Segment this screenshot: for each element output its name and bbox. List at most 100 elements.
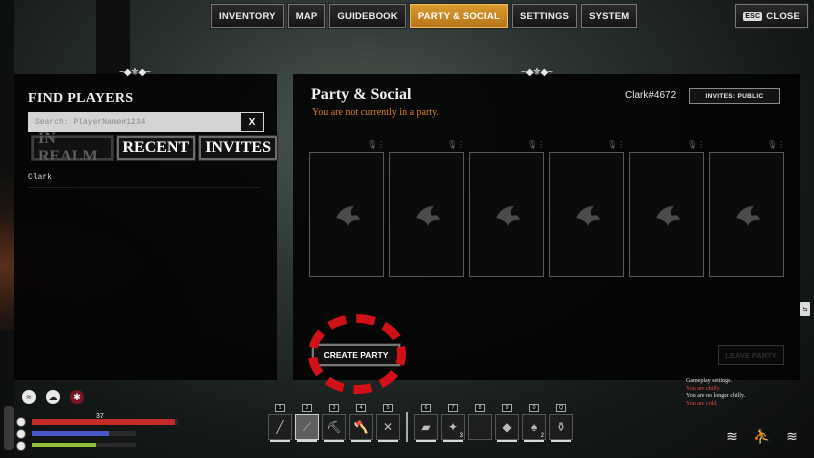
raven-icon [655,205,680,226]
party-status-text: You are not currently in a party. [312,107,439,118]
axe-icon: 🪓 [353,420,369,434]
party-member-slot [389,152,464,277]
hotbar-key-label: 2 [302,404,312,412]
invites-setting-button[interactable]: INVITES: PUBLIC [689,88,780,104]
health-bar [32,419,178,425]
durability-bar [297,440,317,442]
hotbar-slot[interactable]: 5 ✕ [376,404,400,442]
durability-bar [416,440,436,442]
running-figure-icon: ⛹ [753,427,771,444]
slot-voice-controls[interactable]: 🎙⋮ [527,140,545,149]
slot-voice-controls[interactable]: 🎙⋮ [687,140,705,149]
hotbar-key-label: 9 [502,404,512,412]
durability-bar [524,440,544,442]
hotbar-key-label: Q [556,404,566,412]
hotbar-slot[interactable]: 1 ╱ [268,404,292,442]
log-line: You are chilly. [686,385,721,392]
hotbar-slot[interactable]: 0 ♠ 2 [522,404,546,442]
player-search: X [28,112,264,132]
raven-icon [575,205,600,226]
raven-icon [735,205,760,226]
slot-voice-controls[interactable]: 🎙⋮ [767,140,785,149]
cloud-icon: ☁ [46,390,60,404]
tab-map[interactable]: MAP [286,3,327,29]
hotbar-key-label: 7 [448,404,458,412]
hotbar-slot[interactable]: Q ⚱ [549,404,573,442]
hotbar: 1 ╱ 2 ⟋ 3 ⛏ 4 🪓 5 ✕ 6 ▰ 7 ✦ 3 8 9 ◆ 0 ♠ 2 Q ⚱ [268,404,576,442]
hotbar-key-label: 6 [421,404,431,412]
durability-bar [551,440,571,442]
food-bar [32,443,136,447]
raven-icon [495,205,520,226]
torch-icon: ✦ [447,420,459,434]
durability-bar [351,440,371,442]
side-expand-tab[interactable]: ⇆ [800,302,810,316]
hotbar-slot[interactable]: 7 ✦ 3 [441,404,465,442]
highlight-circle [308,314,406,394]
wind-gust-icon: ≋ [786,427,798,444]
sword-icon: ⟋ [302,419,312,434]
find-players-title: FIND PLAYERS [28,91,134,106]
tab-guidebook[interactable]: GUIDEBOOK [328,3,407,29]
filter-invites[interactable]: INVITES [198,135,278,161]
food-icon [16,441,26,451]
hotbar-key-label: 8 [475,404,485,412]
item-count: 3 [459,433,463,439]
close-label: CLOSE [766,10,800,22]
hotbar-key-label: 0 [529,404,539,412]
food-bar-fill [32,443,97,447]
durability-bar [378,440,398,442]
slot-voice-controls[interactable]: 🎙⋮ [607,140,625,149]
flask-icon: ⚱ [555,420,567,434]
raven-icon [335,205,360,226]
hotbar-slot[interactable]: 2 ⟋ [295,404,319,442]
durability-bar [497,440,517,442]
tab-party-social[interactable]: PARTY & SOCIAL [408,3,509,29]
tab-system[interactable]: SYSTEM [580,3,639,29]
status-effects: ≈ ☁ ✱ [22,390,84,404]
find-players-panel: ~◆⚜◆~ FIND PLAYERS X IN REALM RECENT INV… [14,67,278,380]
player-list-item[interactable]: Clark [28,173,260,188]
tab-settings[interactable]: SETTINGS [510,3,579,29]
hotbar-key-label: 1 [275,404,285,412]
log-line: You are no longer chilly. [686,393,746,399]
party-member-slot [629,152,704,277]
leave-party-button: LEAVE PARTY [718,345,784,365]
stamina-bar-fill [32,431,109,436]
filter-recent[interactable]: RECENT [115,135,197,161]
message-log: Gameplay settings. You are chilly. You a… [686,378,745,408]
party-member-slot [709,152,784,277]
hotbar-slot[interactable]: 6 ▰ [414,404,438,442]
panel-ornament: ~◆⚜◆~ [521,67,553,78]
wind-icon: ≈ [22,390,36,404]
close-button[interactable]: ESC CLOSE [734,3,809,29]
hotbar-key-label: 5 [383,404,393,412]
hotbar-key-label: 4 [356,404,366,412]
hotbar-key-label: 3 [329,404,339,412]
clear-search-button[interactable]: X [241,113,263,131]
hotbar-slot[interactable]: 9 ◆ [495,404,519,442]
wood-log-icon: ▰ [421,420,431,434]
meat-icon: ◆ [502,420,512,434]
slot-voice-controls[interactable]: 🎙⋮ [447,140,465,149]
mushroom-icon: ♠ [530,420,538,434]
party-member-slot [469,152,544,277]
search-input[interactable] [28,112,236,132]
cold-snowflake-icon: ✱ [70,390,84,404]
health-value: 37 [96,413,104,420]
tab-inventory[interactable]: INVENTORY [210,3,285,29]
panel-ornament: ~◆⚜◆~ [119,67,151,78]
hotbar-slot[interactable]: 3 ⛏ [322,404,346,442]
log-line: Gameplay settings. [686,378,732,384]
stamina-bar [32,431,136,436]
durability-bar [443,440,463,442]
filter-in-realm[interactable]: IN REALM [31,130,114,165]
slot-voice-controls[interactable]: 🎙⋮ [367,140,385,149]
stamina-icon [16,429,26,439]
hotbar-slot[interactable]: 8 [468,404,492,440]
durability-bar [270,440,290,442]
user-tag: Clark#4672 [625,90,677,101]
pickaxe-icon: ⛏ [326,420,342,434]
hotbar-slot[interactable]: 4 🪓 [349,404,373,442]
crossbow-icon: ✕ [382,420,394,434]
